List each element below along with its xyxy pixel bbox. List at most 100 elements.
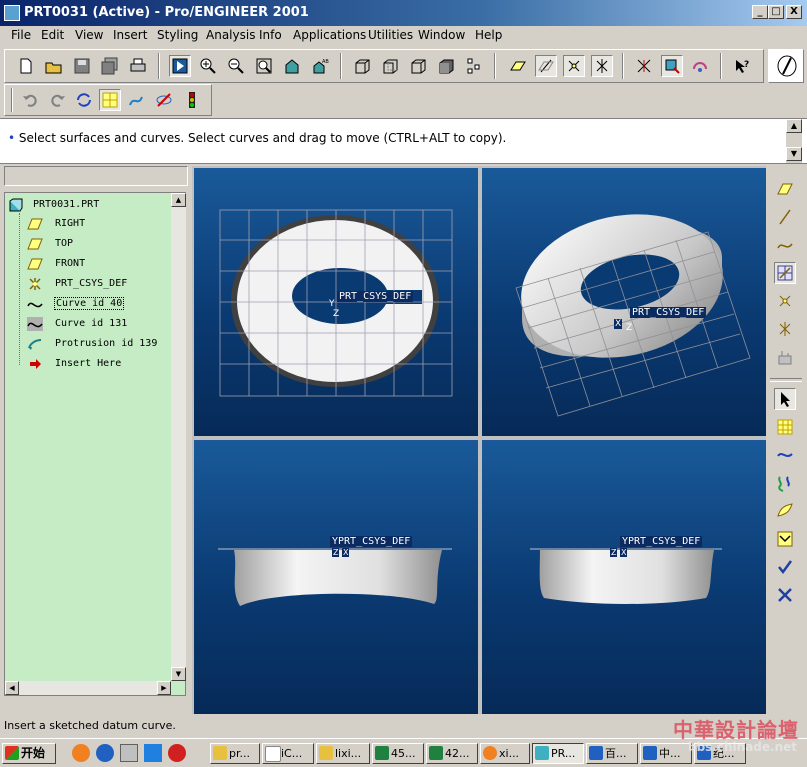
saved-views-icon[interactable]: AB <box>309 55 331 77</box>
viewport-top-left[interactable]: PRT_CSYS_DEF Y Z <box>194 168 478 436</box>
menu-help[interactable]: Help <box>475 28 502 42</box>
datum-plane-tool-icon[interactable] <box>774 178 796 200</box>
print-icon[interactable] <box>127 55 149 77</box>
repaint-icon[interactable] <box>169 55 191 77</box>
spin-center-icon[interactable] <box>633 55 655 77</box>
csys-tool-icon[interactable] <box>774 318 796 340</box>
scroll-down-icon[interactable]: ▼ <box>171 667 186 681</box>
view-orient-icon[interactable] <box>661 55 683 77</box>
connect-surface-icon[interactable] <box>774 528 796 550</box>
hidden-line-icon[interactable] <box>379 55 401 77</box>
close-button[interactable]: X <box>786 5 802 19</box>
zoom-in-icon[interactable] <box>197 55 219 77</box>
menu-utilities[interactable]: Utilities <box>368 28 413 42</box>
datum-plane-icon <box>27 218 43 230</box>
shading-icon[interactable] <box>435 55 457 77</box>
datum-axis-tool-icon[interactable] <box>774 206 796 228</box>
watermark-title: 中華設計論壇 <box>673 718 799 742</box>
regenerate-icon[interactable] <box>73 89 95 111</box>
traffic-light-icon[interactable] <box>181 89 203 111</box>
csys-toggle-icon[interactable] <box>591 55 613 77</box>
viewport-bottom-left[interactable]: YPRT_CSYS_DEF Z X <box>194 440 478 714</box>
message-scrollbar[interactable]: ▲ ▼ <box>786 119 802 163</box>
task-item[interactable]: iC... <box>262 743 314 764</box>
menu-applications[interactable]: Applications <box>293 28 366 42</box>
menu-window[interactable]: Window <box>418 28 465 42</box>
save-icon[interactable] <box>71 55 93 77</box>
surface-icon[interactable] <box>774 500 796 522</box>
task-item[interactable]: 42... <box>426 743 478 764</box>
zoom-out-icon[interactable] <box>225 55 247 77</box>
curve-tool-icon[interactable] <box>125 89 147 111</box>
datum-points-toggle-icon[interactable] <box>563 55 585 77</box>
task-item[interactable]: lixi... <box>316 743 370 764</box>
datum-point-tool-icon[interactable] <box>774 290 796 312</box>
scroll-up-icon[interactable]: ▲ <box>171 193 186 207</box>
wireframe-icon[interactable] <box>351 55 373 77</box>
menu-styling[interactable]: Styling <box>157 28 198 42</box>
tree-hscrollbar[interactable]: ◀ ▶ <box>5 681 171 695</box>
internal-plane-icon[interactable] <box>774 416 796 438</box>
quicklaunch-ie-icon[interactable] <box>96 744 114 762</box>
task-item[interactable]: pr... <box>210 743 260 764</box>
viewport-bottom-right[interactable]: YPRT_CSYS_DEF Z X <box>482 440 766 714</box>
menu-insert[interactable]: Insert <box>113 28 147 42</box>
tree-vscrollbar[interactable]: ▲ ▼ <box>171 193 186 681</box>
refit-icon[interactable] <box>253 55 275 77</box>
scroll-right-icon[interactable]: ▶ <box>157 681 171 695</box>
menu-analysis[interactable]: Analysis <box>206 28 255 42</box>
grid-toggle-icon[interactable] <box>99 89 121 111</box>
menu-file[interactable]: File <box>11 28 31 42</box>
model-top-view <box>219 209 453 397</box>
task-item[interactable]: xi... <box>480 743 530 764</box>
datum-curve-tool-icon[interactable] <box>774 234 796 256</box>
context-help-icon[interactable]: ? <box>731 55 753 77</box>
browser-icon <box>589 746 603 760</box>
quicklaunch-app-icon[interactable] <box>144 744 162 762</box>
no-hidden-icon[interactable] <box>407 55 429 77</box>
open-folder-icon[interactable] <box>43 55 65 77</box>
datum-axes-toggle-icon[interactable] <box>535 55 557 77</box>
new-file-icon[interactable] <box>15 55 37 77</box>
model-iso-view <box>515 214 751 417</box>
orient-icon[interactable] <box>281 55 303 77</box>
minimize-button[interactable]: _ <box>752 5 768 19</box>
start-button[interactable]: 开始 <box>2 743 56 764</box>
scroll-down-icon[interactable]: ▼ <box>786 147 802 161</box>
curve-on-surface-icon[interactable] <box>774 472 796 494</box>
menu-view[interactable]: View <box>75 28 103 42</box>
scroll-up-icon[interactable]: ▲ <box>786 119 802 133</box>
undo-icon[interactable] <box>19 89 41 111</box>
task-item[interactable]: 45... <box>372 743 424 764</box>
document-icon <box>265 746 281 762</box>
menu-info[interactable]: Info <box>259 28 282 42</box>
insert-arrow-icon <box>30 359 41 369</box>
datum-planes-toggle-icon[interactable] <box>507 55 529 77</box>
sketched-curve-tool-icon[interactable] <box>774 262 796 284</box>
task-item-active[interactable]: PR... <box>532 743 584 764</box>
task-item[interactable]: 百... <box>586 743 638 764</box>
curve-icon <box>27 317 43 331</box>
quit-x-icon[interactable] <box>774 584 796 606</box>
csys-label-bottom-left: YPRT_CSYS_DEF <box>330 536 413 547</box>
menu-edit[interactable]: Edit <box>41 28 64 42</box>
folder-icon <box>213 746 227 760</box>
hide-icon[interactable] <box>153 89 175 111</box>
datum-plane-icon <box>27 258 43 270</box>
message-area: • Select surfaces and curves. Select cur… <box>0 118 807 164</box>
maximize-button[interactable]: □ <box>768 5 784 19</box>
quicklaunch-browser-icon[interactable] <box>168 744 186 762</box>
quicklaunch-desktop-icon[interactable] <box>120 744 138 762</box>
redo-icon[interactable] <box>47 89 69 111</box>
select-arrow-icon[interactable] <box>774 388 796 410</box>
analysis-feature-icon[interactable] <box>774 346 796 368</box>
create-curve-icon[interactable] <box>774 444 796 466</box>
model-front-view <box>218 548 452 606</box>
model-tree-toggle-icon[interactable] <box>463 55 485 77</box>
done-checkmark-icon[interactable] <box>774 556 796 578</box>
scroll-left-icon[interactable]: ◀ <box>5 681 19 695</box>
viewport-top-right[interactable]: PRT_CSYS_DEF X Z <box>482 168 766 436</box>
spin-icon[interactable] <box>689 55 711 77</box>
save-copy-icon[interactable] <box>99 55 121 77</box>
quicklaunch-firefox-icon[interactable] <box>72 744 90 762</box>
